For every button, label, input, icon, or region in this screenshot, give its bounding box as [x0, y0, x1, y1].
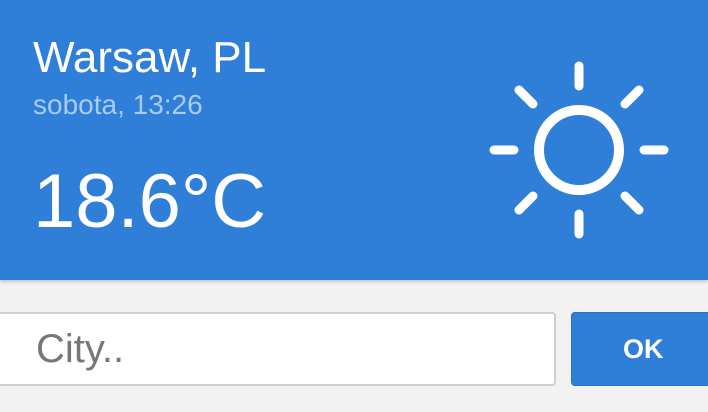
date-time-label: sobota, 13:26 [33, 89, 203, 120]
weather-card: Warsaw, PL sobota, 13:26 18.6°C [0, 0, 708, 280]
ok-button[interactable]: OK [571, 312, 708, 386]
temperature-value: 18.6°C [33, 159, 267, 244]
city-search-input[interactable] [0, 312, 556, 386]
location-title: Warsaw, PL [33, 33, 267, 82]
sun-icon [489, 61, 669, 239]
